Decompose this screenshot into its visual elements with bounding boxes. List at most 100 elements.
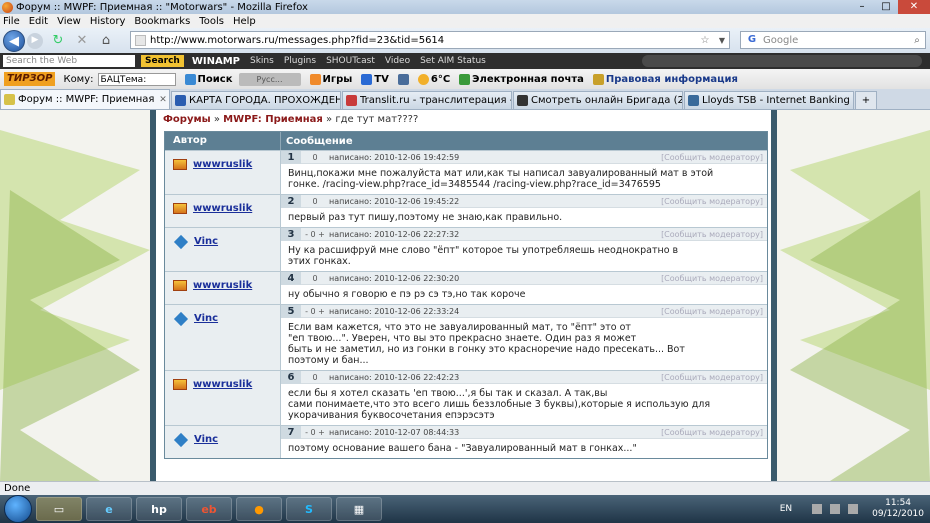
post-rating[interactable]: 0 (301, 153, 329, 162)
reload-icon[interactable]: ↻ (49, 33, 67, 48)
report-moderator-link[interactable]: [Сообщить модератору] (661, 428, 767, 437)
tray-expand-icon[interactable] (812, 504, 823, 514)
skype-taskbar-icon[interactable]: S (286, 497, 332, 521)
start-button[interactable] (4, 495, 32, 523)
breadcrumb-forums-link[interactable]: Форумы (163, 114, 211, 125)
web-search-button[interactable]: Search (141, 55, 184, 67)
clock-date: 09/12/2010 (872, 509, 924, 519)
home-icon[interactable]: ⌂ (97, 33, 115, 48)
winamp-player-controls[interactable] (642, 55, 922, 67)
tab-lloyds[interactable]: Lloyds TSB - Internet Banking - Log... (684, 91, 854, 109)
bookmark-star-icon[interactable]: ☆ (695, 35, 715, 46)
tirzor-weather[interactable]: 6°C (417, 73, 450, 85)
winamp-skins[interactable]: Skins (250, 56, 274, 66)
google-icon[interactable]: G (744, 34, 760, 46)
tirzor-mail[interactable]: Электронная почта (459, 73, 584, 85)
status-bar: Done (0, 481, 930, 495)
winamp-aim-status[interactable]: Set AIM Status (420, 56, 486, 66)
search-box[interactable]: G Google ⌕ (740, 31, 926, 49)
minimize-button[interactable]: – (850, 0, 874, 14)
tirzor-tv[interactable]: TV (361, 73, 389, 85)
tirzor-games[interactable]: Игры (309, 73, 352, 85)
report-moderator-link[interactable]: [Сообщить модератору] (661, 197, 767, 206)
author-link[interactable]: wwwruslik (193, 203, 252, 214)
search-input[interactable]: Google (763, 35, 909, 46)
report-moderator-link[interactable]: [Сообщить модератору] (661, 274, 767, 283)
post-body: Винц,покажи мне пожалуйста мат или,как т… (288, 168, 714, 190)
tab-forum[interactable]: Форум :: MWPF: Приемная :: "M... ✕ (0, 89, 170, 109)
winamp-shoutcast[interactable]: SHOUTcast (326, 56, 375, 66)
volume-icon[interactable] (848, 504, 859, 514)
url-bar[interactable]: http://www.motorwars.ru/messages.php?fid… (130, 31, 730, 49)
menu-bookmarks[interactable]: Bookmarks (134, 16, 190, 27)
breadcrumb-section-link[interactable]: MWPF: Приемная (223, 114, 323, 125)
author-link[interactable]: wwwruslik (193, 159, 252, 170)
tirzor-legal[interactable]: Правовая информация (592, 73, 738, 85)
post-rating[interactable]: - 0 + (301, 230, 329, 239)
hp-taskbar-icon[interactable]: hp (136, 497, 182, 521)
menu-view[interactable]: View (57, 16, 81, 27)
post-number[interactable]: 2 (281, 194, 301, 208)
menu-help[interactable]: Help (233, 16, 256, 27)
post-header: 7- 0 + написано: 2010-12-07 08:44:33 [Сооб… (281, 425, 767, 439)
tirzor-vk[interactable] (397, 73, 409, 85)
search-icon[interactable]: ⌕ (909, 35, 925, 46)
tirzor-recipient-select[interactable]: БАЦТема: (97, 72, 176, 86)
post-number[interactable]: 4 (281, 271, 301, 285)
new-tab-button[interactable]: + (855, 91, 877, 109)
close-tab-icon[interactable]: ✕ (157, 95, 169, 105)
media-taskbar-icon[interactable]: ▦ (336, 497, 382, 521)
tab-translit[interactable]: Translit.ru - транслитерация - пер... (342, 91, 512, 109)
author-link[interactable]: Vinc (194, 434, 218, 445)
language-indicator[interactable]: EN (780, 504, 792, 514)
forward-button[interactable]: ▶ (27, 32, 43, 49)
winamp-plugins[interactable]: Plugins (284, 56, 316, 66)
user-avatar-icon (173, 379, 187, 390)
close-window-button[interactable]: ✕ (898, 0, 930, 14)
menu-history[interactable]: History (90, 16, 126, 27)
author-link[interactable]: Vinc (194, 236, 218, 247)
tab-city-map[interactable]: КАРТА ГОРОДА. ПРОХОЖДЕНИЕ ... (171, 91, 341, 109)
report-moderator-link[interactable]: [Сообщить модератору] (661, 307, 767, 316)
post-body: ну обычно я говорю е пэ рэ сэ тэ,но так … (288, 289, 526, 300)
url-dropdown-icon[interactable]: ▼ (715, 36, 729, 45)
tirzor-search[interactable]: Поиск (184, 73, 233, 85)
post-rating[interactable]: - 0 + (301, 428, 329, 437)
maximize-button[interactable]: □ (874, 0, 898, 14)
url-text[interactable]: http://www.motorwars.ru/messages.php?fid… (150, 35, 695, 46)
tirzor-logo[interactable]: ТИРЗОР (4, 72, 56, 86)
menu-edit[interactable]: Edit (29, 16, 48, 27)
explorer-taskbar-icon[interactable]: ▭ (36, 497, 82, 521)
menu-tools[interactable]: Tools (199, 16, 224, 27)
author-link[interactable]: Vinc (194, 313, 218, 324)
menu-file[interactable]: File (3, 16, 20, 27)
winamp-logo[interactable]: WINAMP (192, 56, 240, 67)
report-moderator-link[interactable]: [Сообщить модератору] (661, 373, 767, 382)
tab-favicon-icon (517, 95, 528, 106)
web-search-input[interactable]: Search the Web (3, 55, 135, 67)
author-link[interactable]: wwwruslik (193, 379, 252, 390)
window-title: Форум :: MWPF: Приемная :: "Motorwars" -… (16, 1, 308, 13)
tab-brigada[interactable]: Смотреть онлайн Бригада (2001) ... (513, 91, 683, 109)
stop-icon[interactable]: ✕ (73, 33, 91, 48)
post-number[interactable]: 7 (281, 425, 301, 439)
network-icon[interactable] (830, 504, 841, 514)
post-rating[interactable]: 0 (301, 274, 329, 283)
clock[interactable]: 11:54 09/12/2010 (872, 498, 924, 520)
report-moderator-link[interactable]: [Сообщить модератору] (661, 153, 767, 162)
back-button[interactable]: ◀ (3, 29, 25, 52)
post-number[interactable]: 5 (281, 304, 301, 318)
post-rating[interactable]: 0 (301, 373, 329, 382)
winamp-video[interactable]: Video (385, 56, 410, 66)
tirzor-translate-button[interactable]: Русс... (238, 72, 301, 86)
post-rating[interactable]: 0 (301, 197, 329, 206)
post-rating[interactable]: - 0 + (301, 307, 329, 316)
author-link[interactable]: wwwruslik (193, 280, 252, 291)
ie-taskbar-icon[interactable]: e (86, 497, 132, 521)
post-number[interactable]: 3 (281, 227, 301, 241)
post-number[interactable]: 6 (281, 370, 301, 384)
post-number[interactable]: 1 (281, 150, 301, 164)
report-moderator-link[interactable]: [Сообщить модератору] (661, 230, 767, 239)
firefox-taskbar-icon[interactable]: ● (236, 497, 282, 521)
ebay-taskbar-icon[interactable]: eb (186, 497, 232, 521)
